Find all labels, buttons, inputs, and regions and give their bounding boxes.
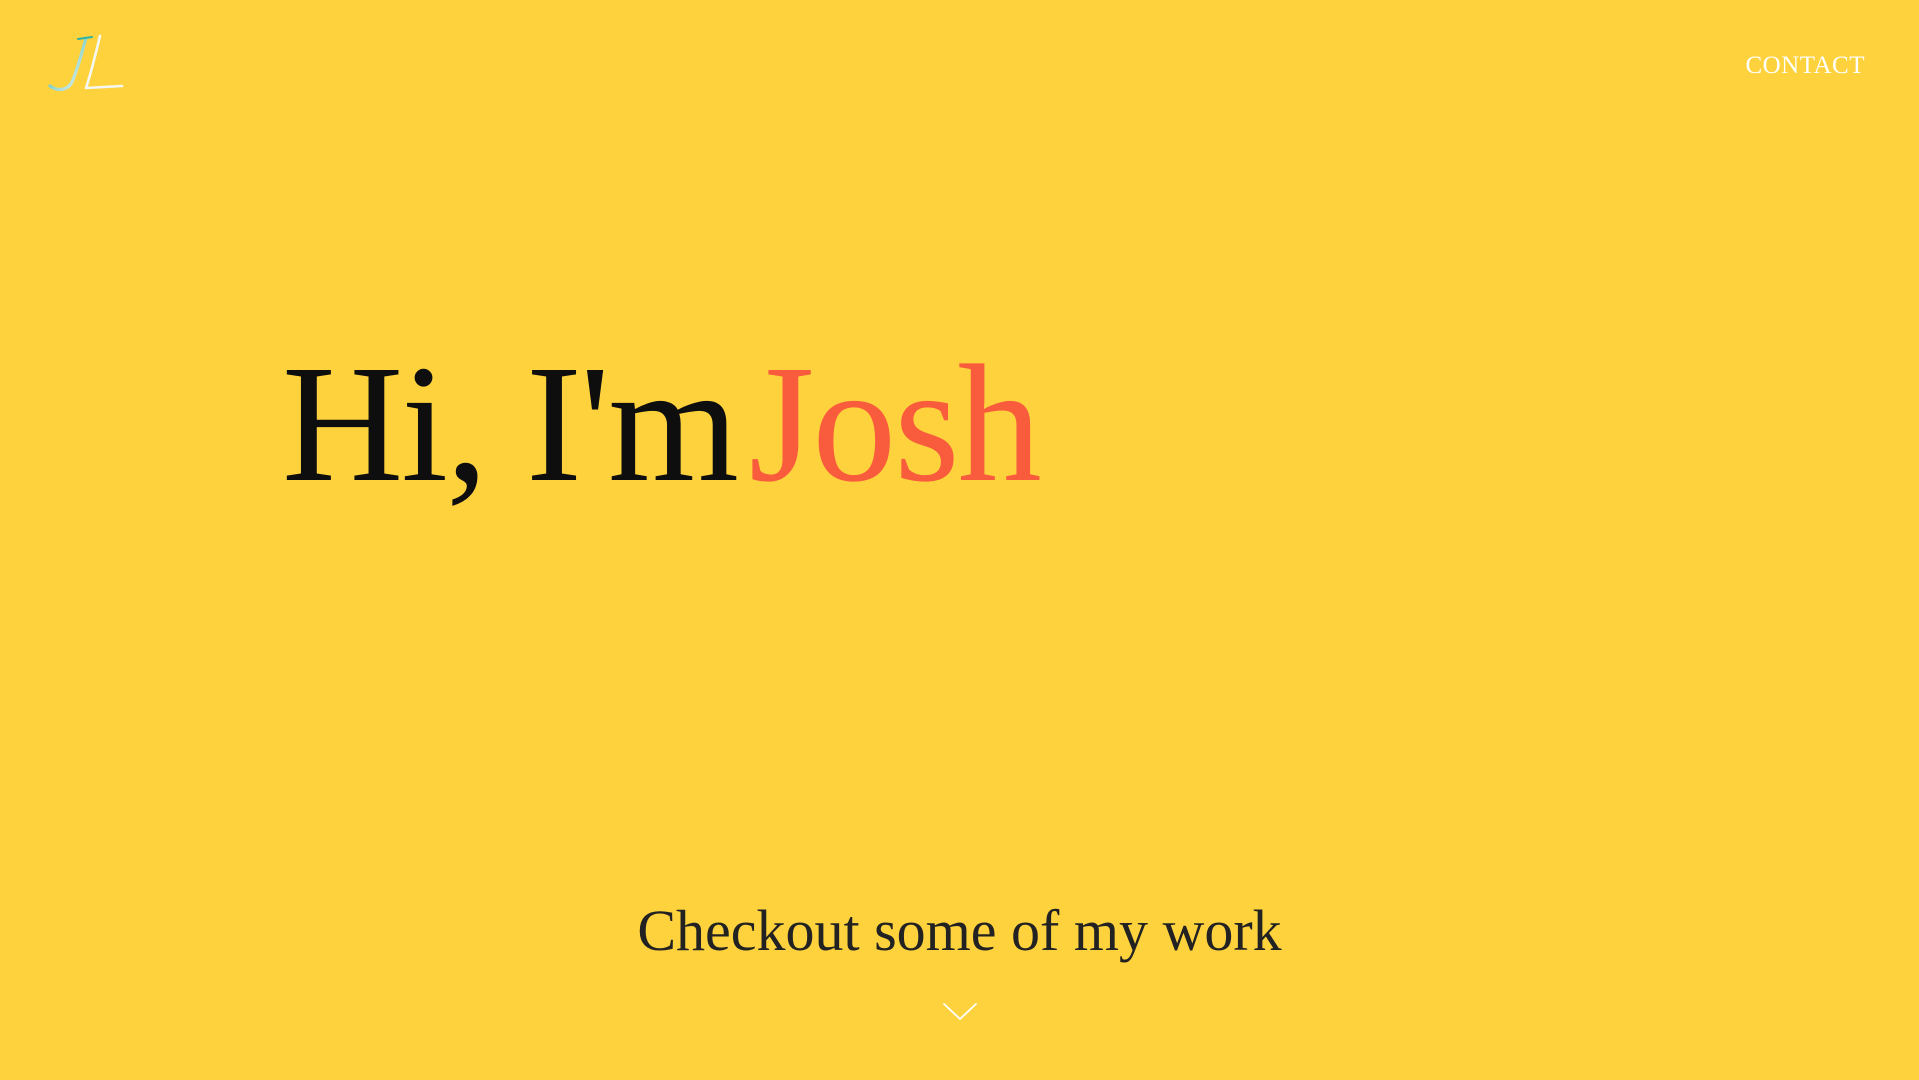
nav-contact-link[interactable]: CONTACT: [1745, 52, 1865, 80]
logo[interactable]: [48, 30, 126, 96]
hero-greeting: Hi, I'm: [282, 331, 739, 517]
jl-monogram-logo: [48, 34, 124, 92]
hero-name: Josh: [748, 331, 1042, 517]
hero-heading: Hi, I'mJosh: [282, 340, 1042, 508]
chevron-down-icon[interactable]: [942, 1001, 978, 1023]
checkout-work-link[interactable]: Checkout some of my work: [0, 902, 1919, 960]
